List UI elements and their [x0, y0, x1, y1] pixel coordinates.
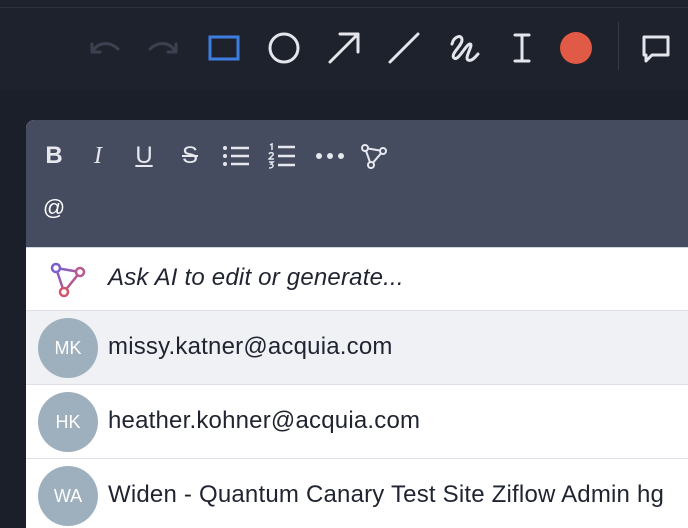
mention-item[interactable]: MK missy.katner@acquia.com: [26, 310, 688, 384]
mention-label: Widen - Quantum Canary Test Site Ziflow …: [108, 481, 665, 508]
avatar: MK: [38, 318, 98, 378]
freehand-tool[interactable]: [444, 28, 484, 68]
more-horizontal-icon: [316, 153, 344, 159]
strikethrough-icon: S: [181, 142, 198, 169]
ai-nodes-icon: [361, 144, 387, 169]
freehand-icon: [450, 35, 480, 62]
undo-button[interactable]: [84, 28, 124, 68]
italic-button[interactable]: I: [82, 140, 114, 172]
strikethrough-button[interactable]: S: [174, 140, 206, 172]
text-tool[interactable]: [502, 28, 542, 68]
ai-nodes-icon: [50, 262, 86, 298]
ai-prompt-item[interactable]: Ask AI to edit or generate...: [26, 247, 688, 310]
toolbar-separator: [618, 22, 619, 70]
text-cursor-icon: [513, 33, 531, 63]
ellipse-tool[interactable]: [264, 28, 304, 68]
line-tool[interactable]: [384, 28, 424, 68]
bullet-list-icon: [223, 146, 249, 166]
bold-icon: B: [45, 142, 63, 169]
numbered-list-button[interactable]: [266, 140, 298, 172]
arrow-icon: [328, 32, 360, 64]
redo-icon: [148, 42, 178, 54]
ai-button[interactable]: [358, 140, 390, 172]
line-icon: [388, 32, 420, 64]
mention-item[interactable]: HK heather.kohner@acquia.com: [26, 384, 688, 458]
rectangle-icon: [208, 35, 240, 61]
format-toolbar: B I U S @: [26, 120, 688, 247]
mention-item[interactable]: WA Widen - Quantum Canary Test Site Zifl…: [26, 458, 688, 528]
at-sign-icon: @: [42, 195, 66, 220]
mention-label: missy.katner@acquia.com: [108, 333, 393, 360]
annotation-toolbar: [0, 0, 688, 90]
ai-prompt-label: Ask AI to edit or generate...: [108, 264, 404, 291]
comment-editor-panel: B I U S @ Ask AI to edit or generate... …: [26, 120, 688, 528]
mention-suggestion-list: Ask AI to edit or generate... MK missy.k…: [26, 247, 688, 528]
circle-icon: [268, 32, 300, 64]
avatar: WA: [38, 466, 98, 526]
toolbar-divider-line: [0, 7, 688, 8]
comment-icon: [642, 35, 670, 63]
color-swatch-icon: [560, 32, 592, 64]
avatar: HK: [38, 392, 98, 452]
underline-icon: U: [135, 142, 153, 169]
comment-button[interactable]: [636, 28, 676, 68]
bold-button[interactable]: B: [38, 140, 70, 172]
color-picker[interactable]: [556, 28, 596, 68]
mention-label: heather.kohner@acquia.com: [108, 407, 421, 434]
redo-button[interactable]: [144, 28, 184, 68]
rectangle-tool[interactable]: [204, 28, 244, 68]
mention-button[interactable]: @: [38, 192, 70, 224]
undo-icon: [90, 42, 120, 54]
italic-icon: I: [94, 143, 102, 169]
numbered-list-icon: [268, 143, 295, 169]
arrow-tool[interactable]: [324, 28, 364, 68]
underline-button[interactable]: U: [128, 140, 160, 172]
more-options-button[interactable]: [314, 140, 346, 172]
bullet-list-button[interactable]: [220, 140, 252, 172]
